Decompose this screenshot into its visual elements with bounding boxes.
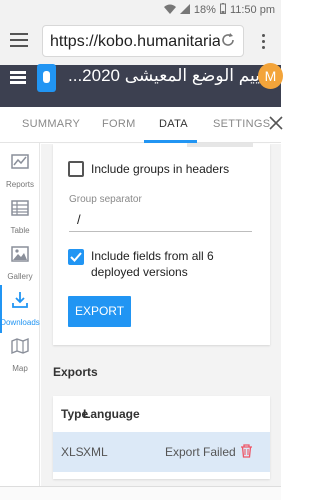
checkmark-icon <box>70 252 82 262</box>
sidebar-item-table[interactable]: Table <box>0 195 40 241</box>
sidebar-item-map[interactable]: Map <box>0 333 40 379</box>
sidebar-item-reports[interactable]: Reports <box>0 149 40 195</box>
input-underline <box>69 231 252 232</box>
data-sidebar: Reports Table Gallery Downloads Map <box>0 143 40 500</box>
tab-data[interactable]: DATA <box>159 118 188 130</box>
include-all-versions-label: Include fields from all 6 deployed versi… <box>91 249 214 279</box>
sidebar-item-label: Reports <box>5 180 34 189</box>
project-title: ...ييم الوضع المعيشى 2020 <box>68 66 260 85</box>
table-icon <box>11 200 29 216</box>
gallery-icon <box>11 246 29 262</box>
sidebar-item-downloads[interactable]: Downloads <box>0 285 40 333</box>
export-status-cell: Export Failed <box>165 445 236 459</box>
download-icon <box>12 292 28 308</box>
battery-percent: 18% <box>193 4 216 16</box>
tab-settings[interactable]: SETTINGS <box>213 118 270 130</box>
group-separator-label: Group separator <box>69 194 142 205</box>
reload-icon[interactable] <box>219 31 237 49</box>
map-icon <box>11 337 29 355</box>
exports-heading: Exports <box>53 365 98 379</box>
sidebar-item-label: Gallery <box>7 272 33 281</box>
export-button[interactable]: EXPORT <box>68 296 131 327</box>
app-header: ...ييم الوضع المعيشى 2020 M <box>0 63 283 107</box>
tab-summary[interactable]: SUMMARY <box>22 118 80 130</box>
user-avatar[interactable]: M <box>258 63 283 89</box>
export-options-card: Include groups in headers Group separato… <box>53 143 270 345</box>
project-tabs: SUMMARY FORM DATA SETTINGS <box>0 107 284 143</box>
close-icon[interactable] <box>268 115 284 131</box>
wifi-icon <box>163 4 176 17</box>
downloads-panel: Include groups in headers Group separato… <box>41 143 281 500</box>
include-all-versions-checkbox[interactable] <box>68 249 84 265</box>
export-type-cell: XLS <box>61 445 84 459</box>
url-text[interactable]: https://kobo.humanitarian <box>50 33 220 51</box>
address-bar[interactable]: https://kobo.humanitarian <box>42 25 244 57</box>
browser-toolbar: https://kobo.humanitarian <box>0 19 281 65</box>
sidebar-item-label: Map <box>12 364 28 373</box>
export-language-cell: XML <box>83 445 108 459</box>
battery-icon <box>219 3 226 17</box>
status-bar: 18% 11:50 pm <box>0 0 281 19</box>
browser-menu-icon[interactable] <box>10 33 28 49</box>
sidebar-item-label: Table <box>10 226 30 235</box>
kobo-logo[interactable] <box>37 64 56 92</box>
table-row: XLS XML Export Failed <box>53 432 270 472</box>
signal-icon <box>179 3 190 17</box>
sidebar-item-gallery[interactable]: Gallery <box>0 241 40 287</box>
exports-table: Type Language XLS XML Export Failed <box>53 396 270 479</box>
overflow-menu-icon[interactable] <box>262 34 266 50</box>
include-groups-label: Include groups in headers <box>91 162 230 176</box>
trash-icon[interactable] <box>240 444 253 458</box>
clock-time: 11:50 pm <box>229 4 275 16</box>
reports-icon <box>11 154 29 169</box>
bottom-bar <box>0 486 281 500</box>
group-separator-input[interactable]: / <box>77 212 81 227</box>
column-header-language: Language <box>83 407 140 421</box>
sidebar-item-label: Downloads <box>0 318 40 327</box>
include-groups-checkbox[interactable] <box>68 161 84 177</box>
tab-form[interactable]: FORM <box>102 118 136 130</box>
hamburger-icon[interactable] <box>10 71 26 85</box>
card-divider <box>187 143 253 147</box>
